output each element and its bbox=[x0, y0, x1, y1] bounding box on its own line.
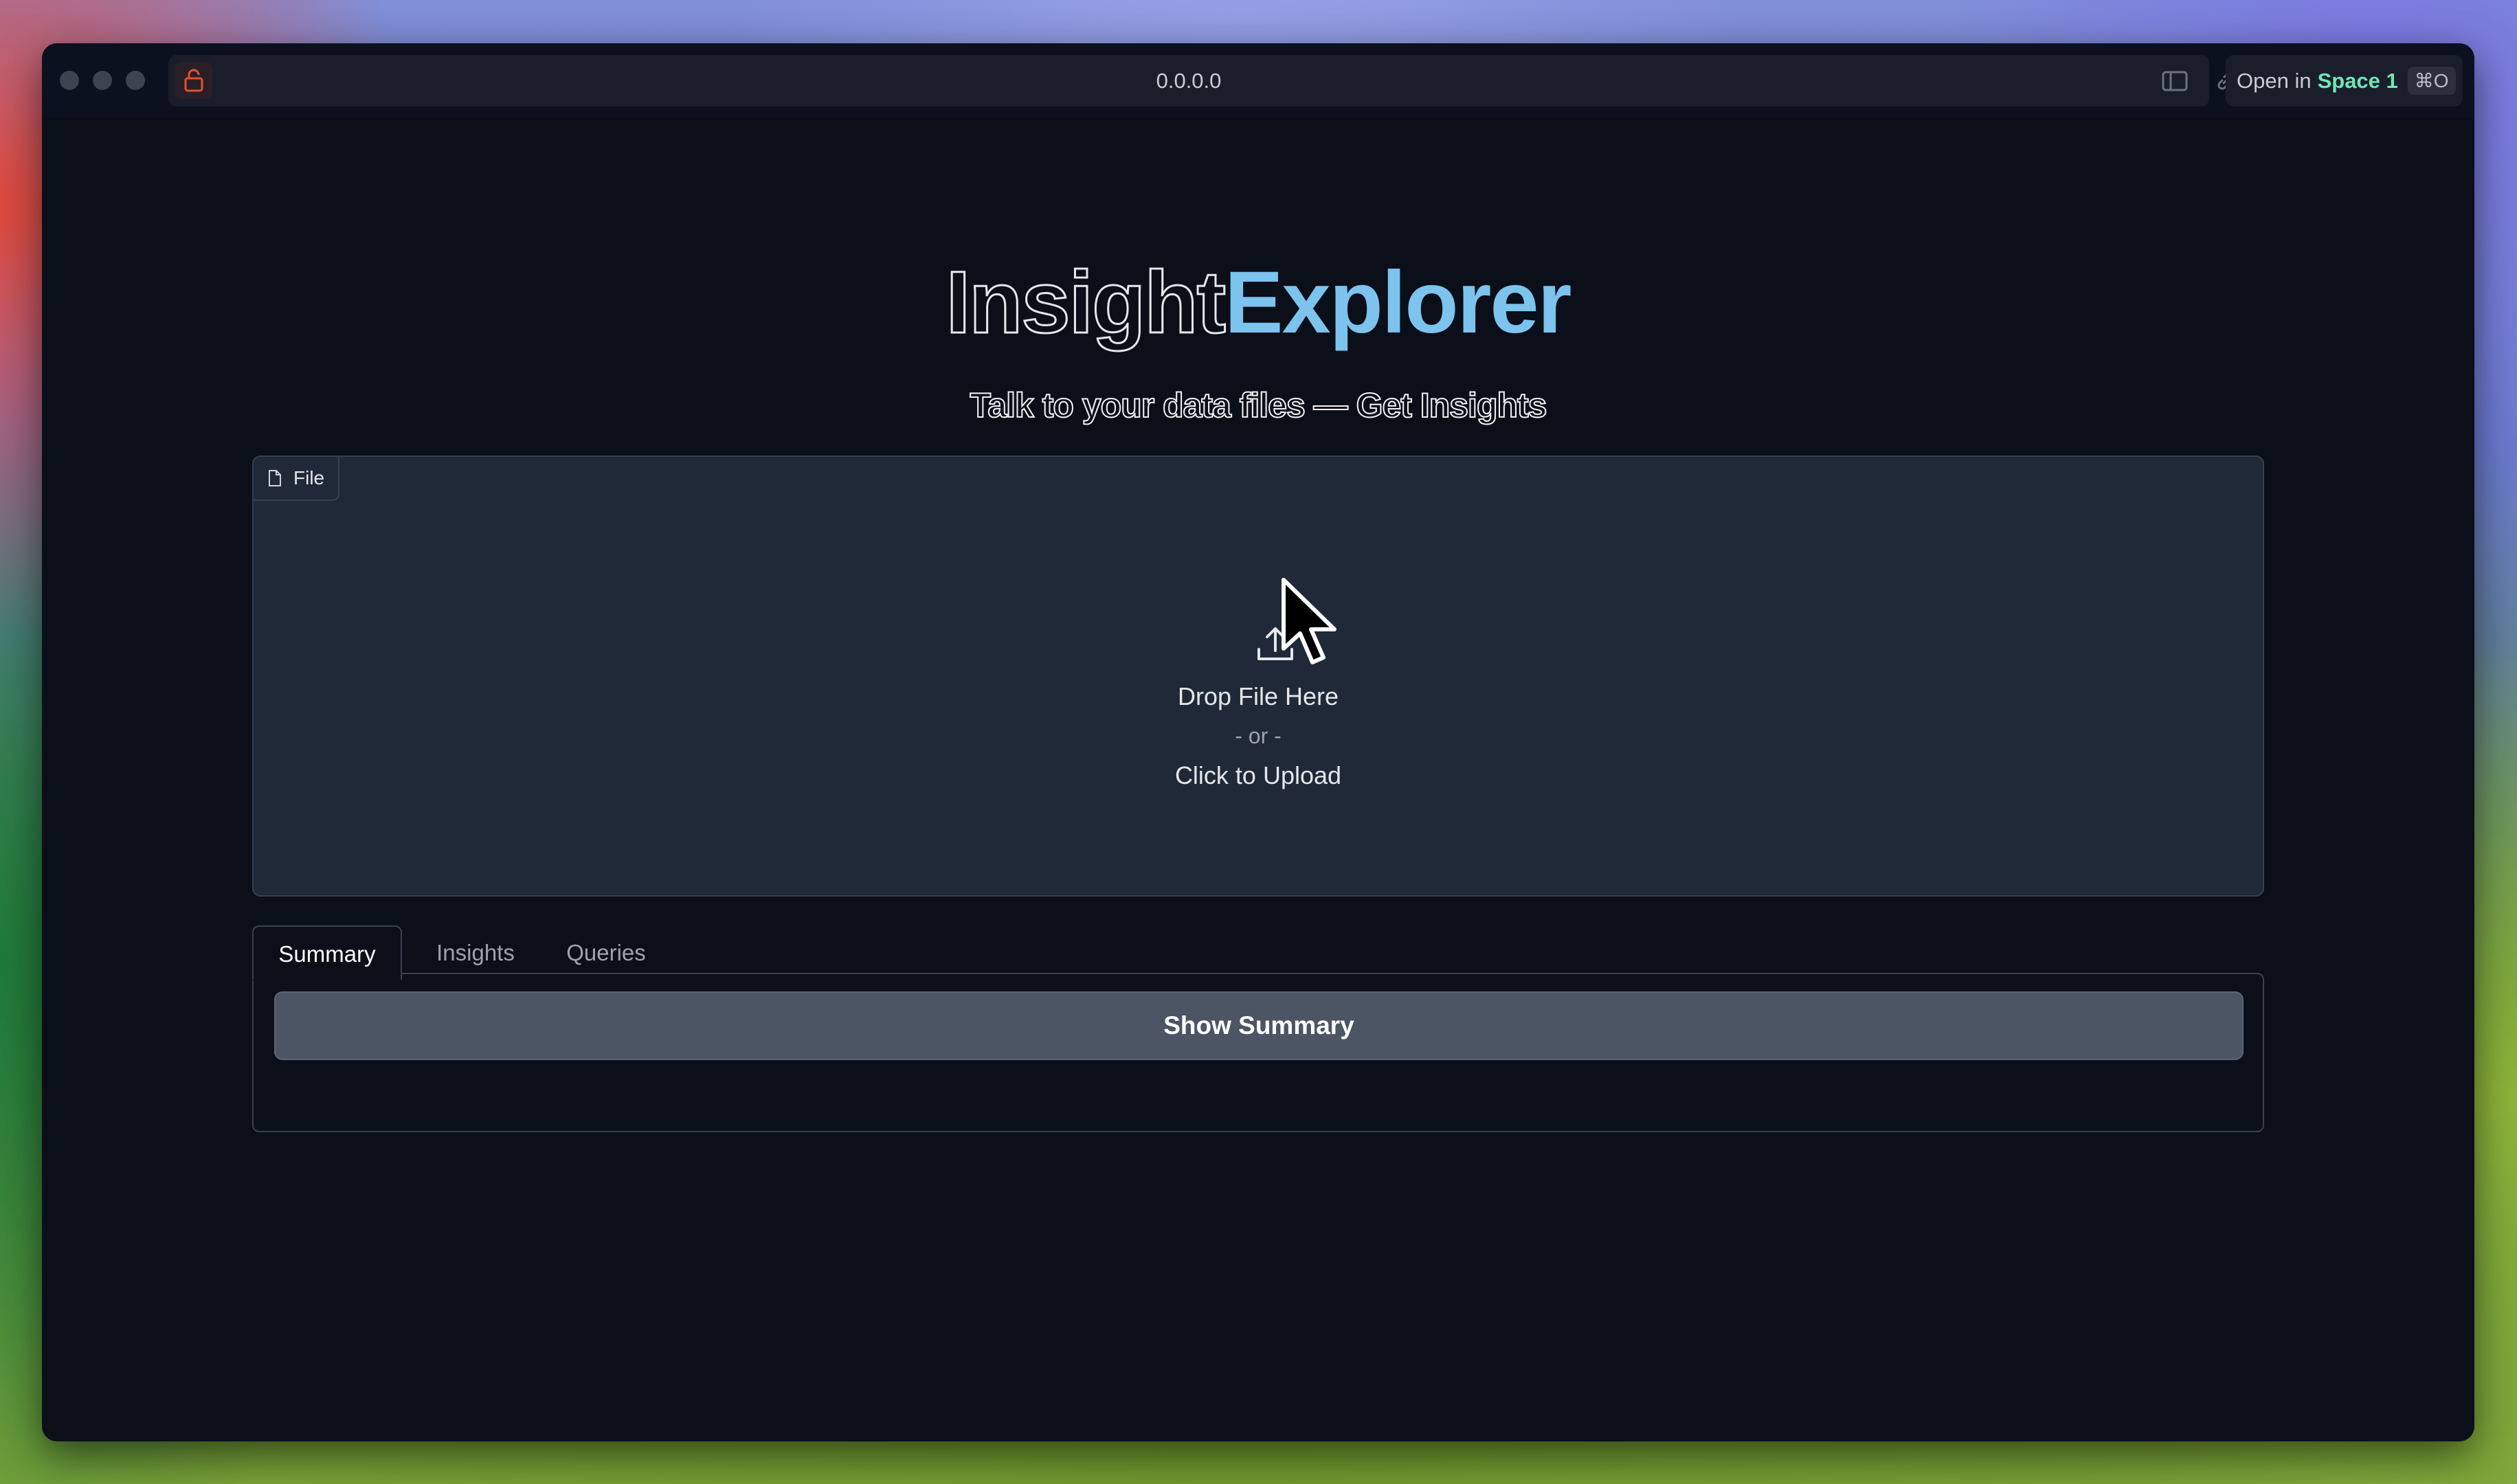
browser-window: 0.0.0.0 Open in Space 1 ⌘O InsightExplor… bbox=[42, 43, 2474, 1441]
tab-bar: Summary Insights Queries bbox=[252, 925, 2264, 980]
open-in-label: Open in bbox=[2237, 68, 2312, 93]
page-subtitle: Talk to your data files — Get Insights bbox=[969, 385, 1547, 425]
minimize-window-button[interactable] bbox=[93, 71, 112, 90]
drop-file-text: Drop File Here bbox=[1177, 682, 1339, 710]
close-window-button[interactable] bbox=[60, 71, 79, 90]
summary-tab-panel: Show Summary bbox=[252, 973, 2264, 1132]
title-part-explorer: Explorer bbox=[1224, 254, 1571, 352]
tab-insights[interactable]: Insights bbox=[417, 925, 534, 980]
space-name: Space 1 bbox=[2317, 68, 2398, 93]
file-upload-dropzone[interactable]: File Drop File Here - or - Click to Uplo… bbox=[252, 456, 2264, 897]
file-label-tag: File bbox=[254, 457, 340, 501]
page-content: InsightExplorer Talk to your data files … bbox=[42, 117, 2474, 1441]
mouse-cursor-icon bbox=[1282, 578, 1336, 664]
url-text[interactable]: 0.0.0.0 bbox=[168, 55, 2209, 106]
page-title: InsightExplorer bbox=[42, 251, 2474, 355]
tab-summary[interactable]: Summary bbox=[252, 925, 402, 980]
click-to-upload-text[interactable]: Click to Upload bbox=[254, 761, 2263, 790]
shortcut-badge: ⌘O bbox=[2407, 67, 2456, 95]
zoom-window-button[interactable] bbox=[126, 71, 145, 90]
title-part-insight: Insight bbox=[945, 253, 1227, 353]
or-separator: - or - bbox=[1235, 723, 1282, 748]
address-bar[interactable]: 0.0.0.0 bbox=[168, 55, 2234, 106]
file-icon bbox=[269, 470, 281, 486]
file-label-text: File bbox=[293, 467, 325, 488]
open-in-space-button[interactable]: Open in Space 1 ⌘O bbox=[2226, 55, 2463, 106]
title-bar: 0.0.0.0 Open in Space 1 ⌘O bbox=[42, 43, 2474, 117]
tab-queries[interactable]: Queries bbox=[544, 925, 668, 980]
sidebar-toggle-icon[interactable] bbox=[2161, 67, 2189, 95]
show-summary-button[interactable]: Show Summary bbox=[274, 991, 2244, 1060]
